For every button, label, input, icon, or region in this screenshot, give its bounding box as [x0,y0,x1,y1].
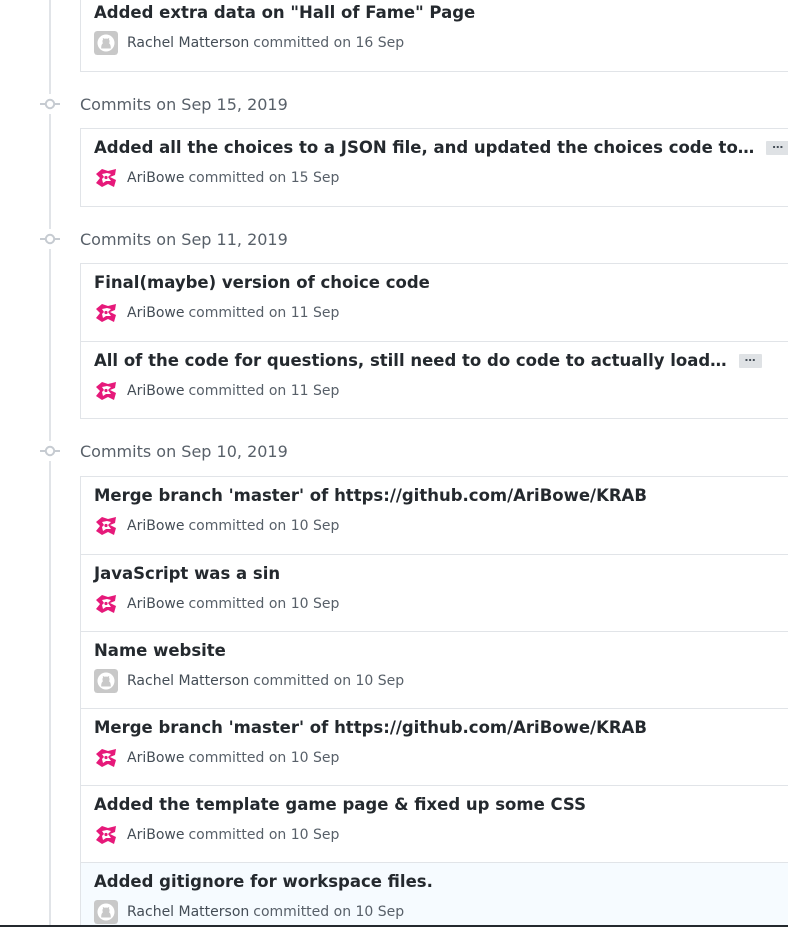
git-commit-icon [40,441,60,461]
commit-date-text: committed on 10 Sep [188,827,340,843]
commit-group-header: Commits on Sep 15, 2019 [40,89,288,119]
identicon-avatar-icon[interactable] [94,514,118,538]
commit-message-link[interactable]: Added extra data on "Hall of Fame" Page [94,3,475,22]
commit-date-text: committed on 10 Sep [188,750,340,766]
default-avatar-icon[interactable] [94,31,118,55]
commit-date-text: committed on 10 Sep [253,673,405,689]
commit-message-link[interactable]: JavaScript was a sin [94,564,280,583]
commit-row: Added all the choices to a JSON file, an… [81,129,788,206]
commit-history-page: Added extra data on "Hall of Fame" Page R… [0,0,788,927]
default-avatar-icon[interactable] [94,900,118,924]
commit-row: Name website Rachel Matterson committed on… [81,631,788,708]
git-commit-icon [40,229,60,249]
commit-row: Added the template game page & fixed up … [81,785,788,862]
commit-author-link[interactable]: Rachel Matterson [127,35,249,51]
default-avatar-icon[interactable] [94,669,118,693]
commit-date-text: committed on 10 Sep [188,596,340,612]
commit-meta: Rachel Matterson committed on 10 Sep [94,669,404,693]
expand-commit-message-button[interactable]: … [766,139,788,155]
commit-message-link[interactable]: Merge branch 'master' of https://github.… [94,718,647,737]
commit-date-text: committed on 15 Sep [188,170,340,186]
commit-meta: AriBowe committed on 15 Sep [94,166,339,190]
commit-title: Name website [94,641,226,660]
commit-author-link[interactable]: Rachel Matterson [127,673,249,689]
commit-title: Added the template game page & fixed up … [94,795,586,814]
commit-list: Merge branch 'master' of https://github.… [80,476,788,927]
commit-list: Added extra data on "Hall of Fame" Page R… [80,0,788,72]
git-commit-icon [40,94,60,114]
identicon-avatar-icon[interactable] [94,379,118,403]
commit-row: JavaScript was a sin AriBowe committed on … [81,554,788,631]
commit-date-text: committed on 16 Sep [253,35,405,51]
expand-commit-message-button[interactable]: … [738,352,762,368]
commit-message-link[interactable]: Added gitignore for workspace files. [94,872,433,891]
commit-group-date: Commits on Sep 15, 2019 [80,94,288,114]
commit-meta: Rachel Matterson committed on 16 Sep [94,31,404,55]
commit-message-link[interactable]: Name website [94,641,226,660]
identicon-avatar-icon[interactable] [94,746,118,770]
identicon-avatar-icon[interactable] [94,823,118,847]
commit-date-text: committed on 11 Sep [188,383,340,399]
identicon-avatar-icon[interactable] [94,301,118,325]
commit-meta: Rachel Matterson committed on 10 Sep [94,900,404,924]
commit-title: All of the code for questions, still nee… [94,351,762,370]
commit-row: Merge branch 'master' of https://github.… [81,477,788,554]
commit-meta: AriBowe committed on 11 Sep [94,301,339,325]
commit-title: Added extra data on "Hall of Fame" Page [94,3,475,22]
commit-date-text: committed on 10 Sep [253,904,405,920]
commit-author-link[interactable]: AriBowe [127,596,184,612]
commit-row: Final(maybe) version of choice code AriBo… [81,264,788,341]
commit-group-date: Commits on Sep 11, 2019 [80,229,288,249]
commit-title: Added gitignore for workspace files. [94,872,433,891]
commit-row: Added extra data on "Hall of Fame" Page R… [81,0,788,71]
commit-message-link[interactable]: All of the code for questions, still nee… [94,351,727,370]
commit-group-header: Commits on Sep 11, 2019 [40,224,288,254]
commit-group-header: Commits on Sep 10, 2019 [40,436,288,466]
commit-message-link[interactable]: Added the template game page & fixed up … [94,795,586,814]
commit-row: Added gitignore for workspace files. Rach… [81,862,788,927]
commit-title: Final(maybe) version of choice code [94,273,430,292]
commit-title: Added all the choices to a JSON file, an… [94,138,788,157]
commit-author-link[interactable]: AriBowe [127,827,184,843]
commit-author-link[interactable]: AriBowe [127,518,184,534]
identicon-avatar-icon[interactable] [94,166,118,190]
commit-author-link[interactable]: Rachel Matterson [127,904,249,920]
commit-author-link[interactable]: AriBowe [127,170,184,186]
commit-date-text: committed on 10 Sep [188,518,340,534]
commit-meta: AriBowe committed on 10 Sep [94,746,339,770]
commit-date-text: committed on 11 Sep [188,305,340,321]
commit-list: Added all the choices to a JSON file, an… [80,128,788,207]
commit-row: All of the code for questions, still nee… [81,341,788,418]
commit-message-link[interactable]: Merge branch 'master' of https://github.… [94,486,647,505]
commit-message-link[interactable]: Added all the choices to a JSON file, an… [94,138,754,157]
commit-row: Merge branch 'master' of https://github.… [81,708,788,785]
commit-list: Final(maybe) version of choice code AriBo… [80,263,788,419]
commit-title: Merge branch 'master' of https://github.… [94,486,647,505]
commit-author-link[interactable]: AriBowe [127,305,184,321]
commit-meta: AriBowe committed on 10 Sep [94,823,339,847]
commit-meta: AriBowe committed on 11 Sep [94,379,339,403]
commit-title: JavaScript was a sin [94,564,280,583]
commit-author-link[interactable]: AriBowe [127,750,184,766]
commit-meta: AriBowe committed on 10 Sep [94,514,339,538]
commit-author-link[interactable]: AriBowe [127,383,184,399]
commit-message-link[interactable]: Final(maybe) version of choice code [94,273,430,292]
commit-group-date: Commits on Sep 10, 2019 [80,441,288,461]
identicon-avatar-icon[interactable] [94,592,118,616]
commit-title: Merge branch 'master' of https://github.… [94,718,647,737]
commit-meta: AriBowe committed on 10 Sep [94,592,339,616]
